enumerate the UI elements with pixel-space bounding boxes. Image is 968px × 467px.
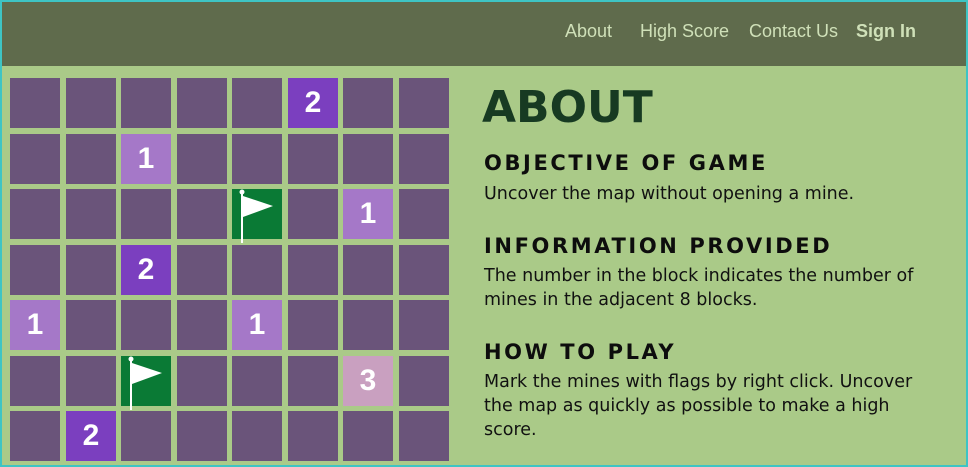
nav-high-score-link[interactable]: High Score: [640, 21, 729, 42]
section-heading-objective: OBJECTIVE OF GAME: [484, 151, 768, 175]
hidden-cell[interactable]: [10, 411, 60, 461]
hidden-cell[interactable]: [121, 189, 171, 239]
hidden-cell[interactable]: [177, 300, 227, 350]
hidden-cell[interactable]: [343, 245, 393, 295]
nav-sign-in-link[interactable]: Sign In: [856, 21, 916, 42]
revealed-cell-2[interactable]: 2: [288, 78, 338, 128]
hidden-cell[interactable]: [232, 356, 282, 406]
flag-icon: [239, 189, 273, 243]
hidden-cell[interactable]: [177, 134, 227, 184]
hidden-cell[interactable]: [66, 78, 116, 128]
hidden-cell[interactable]: [177, 356, 227, 406]
revealed-cell-2[interactable]: 2: [121, 245, 171, 295]
section-text-information: The number in the block indicates the nu…: [484, 266, 914, 310]
section-heading-information: INFORMATION PROVIDED: [484, 234, 833, 258]
hidden-cell[interactable]: [232, 245, 282, 295]
flag-icon: [128, 356, 162, 410]
cell-number: 1: [359, 197, 377, 230]
cell-number: 1: [248, 308, 266, 341]
hidden-cell[interactable]: [177, 78, 227, 128]
hidden-cell[interactable]: [288, 189, 338, 239]
hidden-cell[interactable]: [399, 189, 449, 239]
hidden-cell[interactable]: [288, 300, 338, 350]
hidden-cell[interactable]: [121, 300, 171, 350]
section-text-how-to-play: Mark the mines with flags by right click…: [484, 372, 913, 440]
hidden-cell[interactable]: [288, 356, 338, 406]
hidden-cell[interactable]: [343, 134, 393, 184]
section-text-objective: Uncover the map without opening a mine.: [484, 184, 855, 204]
hidden-cell[interactable]: [66, 245, 116, 295]
hidden-cell[interactable]: [10, 78, 60, 128]
hidden-cell[interactable]: [66, 300, 116, 350]
cell-number: 3: [359, 364, 377, 397]
cell-number: 2: [137, 253, 155, 286]
revealed-cell-3[interactable]: 3: [343, 356, 393, 406]
hidden-cell[interactable]: [232, 78, 282, 128]
hidden-cell[interactable]: [177, 245, 227, 295]
hidden-cell[interactable]: [399, 245, 449, 295]
flagged-cell[interactable]: [121, 356, 171, 410]
nav-about-link[interactable]: About: [565, 21, 612, 42]
revealed-cell-1[interactable]: 1: [343, 189, 393, 239]
hidden-cell[interactable]: [10, 245, 60, 295]
cell-number: 1: [26, 308, 44, 341]
cell-number: 1: [137, 142, 155, 175]
revealed-cell-1[interactable]: 1: [10, 300, 60, 350]
hidden-cell[interactable]: [66, 189, 116, 239]
cell-number: 2: [304, 86, 322, 119]
hidden-cell[interactable]: [10, 356, 60, 406]
hidden-cell[interactable]: [288, 411, 338, 461]
hidden-cell[interactable]: [343, 411, 393, 461]
navbar: About High Score Contact Us Sign In: [2, 2, 966, 66]
revealed-cell-2[interactable]: 2: [66, 411, 116, 461]
hidden-cell[interactable]: [10, 134, 60, 184]
hidden-cell[interactable]: [121, 78, 171, 128]
nav-contact-link[interactable]: Contact Us: [749, 21, 838, 42]
hidden-cell[interactable]: [66, 134, 116, 184]
hidden-cell[interactable]: [10, 189, 60, 239]
hidden-cell[interactable]: [66, 356, 116, 406]
revealed-cell-1[interactable]: 1: [232, 300, 282, 350]
cell-number: 2: [82, 419, 100, 452]
page-title: ABOUT: [482, 82, 653, 133]
hidden-cell[interactable]: [232, 134, 282, 184]
hidden-cell[interactable]: [399, 78, 449, 128]
section-heading-how-to-play: HOW TO PLAY: [484, 340, 677, 364]
hidden-cell[interactable]: [121, 411, 171, 461]
page: About High Score Contact Us Sign In 2 1 1 2…: [2, 2, 966, 465]
hidden-cell[interactable]: [232, 411, 282, 461]
hidden-cell[interactable]: [399, 411, 449, 461]
hidden-cell[interactable]: [177, 411, 227, 461]
hidden-cell[interactable]: [177, 189, 227, 239]
revealed-cell-1[interactable]: 1: [121, 134, 171, 184]
hidden-cell[interactable]: [399, 356, 449, 406]
hidden-cell[interactable]: [343, 78, 393, 128]
hidden-cell[interactable]: [288, 134, 338, 184]
hidden-cell[interactable]: [399, 134, 449, 184]
flagged-cell[interactable]: [232, 189, 282, 243]
hidden-cell[interactable]: [399, 300, 449, 350]
hidden-cell[interactable]: [343, 300, 393, 350]
hidden-cell[interactable]: [288, 245, 338, 295]
